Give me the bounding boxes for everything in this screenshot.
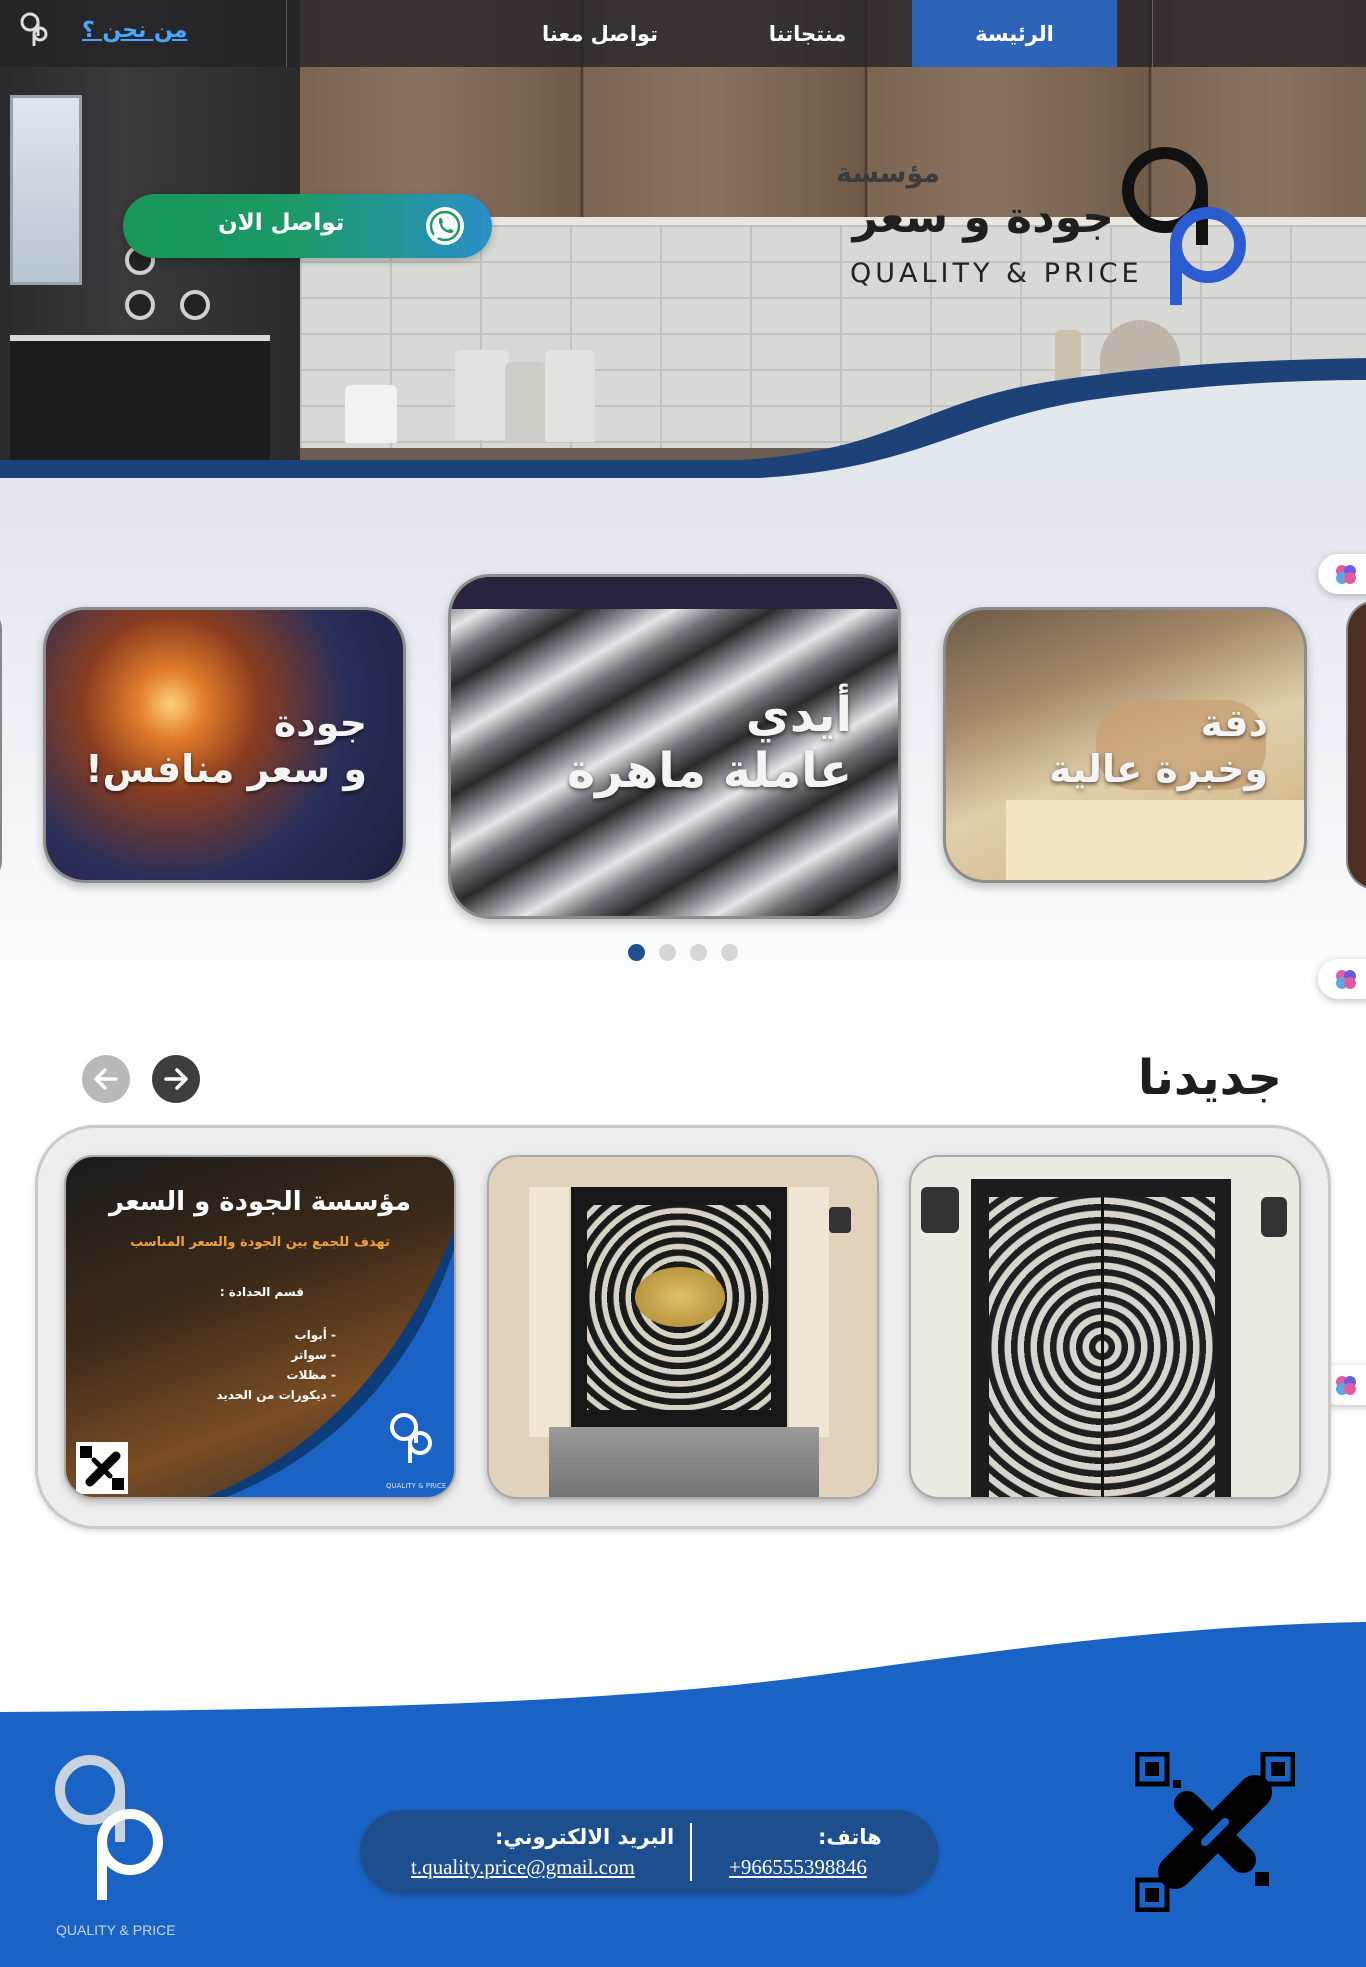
slider-dots <box>628 944 738 961</box>
nav-item-products[interactable]: منتجاتنا <box>730 0 885 67</box>
slide-quality-line1: جودة <box>273 701 367 745</box>
flyer-item: - مظلات <box>286 1368 336 1382</box>
slider-dot-1[interactable] <box>628 944 645 961</box>
flyer-item: - سواتر <box>291 1348 336 1362</box>
flyer-logo-text: QUALITY & PRICE <box>386 1482 447 1490</box>
nav-item-contact[interactable]: تواصل معنا <box>520 0 680 67</box>
brain-icon <box>1336 970 1356 989</box>
gallery-card-flyer[interactable]: مؤسسة الجودة و السعر تهدف للجمع بين الجو… <box>64 1155 456 1499</box>
slider-dot-2[interactable] <box>659 944 676 961</box>
contact-divider <box>690 1823 692 1881</box>
slide-precision-line1: دقة <box>1200 701 1268 745</box>
nav-logo-icon[interactable] <box>18 10 52 56</box>
nav-item-home[interactable]: الرئيسة <box>912 0 1117 67</box>
contact-info-pill <box>360 1810 938 1894</box>
brand-prefix: مؤسسة <box>835 158 940 189</box>
gallery-next-button[interactable] <box>152 1055 200 1103</box>
contact-now-label: تواصل الان <box>218 210 345 236</box>
hero-wave <box>0 358 1366 480</box>
side-widget-button[interactable] <box>1318 554 1366 594</box>
slide-skilled-line2: عاملة ماهرة <box>566 743 852 799</box>
gallery-prev-button[interactable] <box>82 1055 130 1103</box>
arrow-right-icon <box>164 1068 188 1090</box>
brand-name: جودة و سعر <box>852 192 1114 243</box>
contact-now-button[interactable]: تواصل الان <box>123 194 492 258</box>
side-widget-button[interactable] <box>1318 959 1366 999</box>
slider-dot-3[interactable] <box>690 944 707 961</box>
slide-skilled-line1: أيدي <box>745 687 852 743</box>
gallery-card-door-2[interactable] <box>487 1155 879 1499</box>
slide-skilled-workers[interactable]: أيدي عاملة ماهرة <box>448 574 901 919</box>
brain-icon <box>1336 565 1356 584</box>
slide-peek-left <box>0 607 2 883</box>
about-us-link[interactable]: من نحن ؟ <box>82 18 187 43</box>
email-label: البريد الالكتروني: <box>495 1825 675 1849</box>
top-navbar: الرئيسة منتجاتنا تواصل معنا من نحن ؟ <box>0 0 1366 67</box>
brand-block: مؤسسة جودة و سعر QUALITY & PRICE <box>820 140 1260 310</box>
flyer-item: - أبواب <box>294 1328 336 1342</box>
slide-precision[interactable]: دقة وخبرة عالية <box>943 607 1307 883</box>
brand-logo-icon <box>1122 147 1246 305</box>
flyer-logo-icon <box>390 1413 432 1463</box>
flyer-subtitle: تهدف للجمع بين الجودة والسعر المناسب <box>130 1235 390 1250</box>
new-section-title: جديدنا <box>1137 1050 1282 1106</box>
flyer-items: - أبواب - سواتر - مظلات - ديكورات من الح… <box>216 1325 336 1405</box>
slide-quality-line2: و سعر منافس! <box>85 747 367 791</box>
flyer-title: مؤسسة الجودة و السعر <box>109 1187 411 1217</box>
slide-peek-right <box>1346 600 1366 890</box>
brain-icon <box>1336 1376 1356 1395</box>
slider-dot-4[interactable] <box>721 944 738 961</box>
slide-precision-line2: وخبرة عالية <box>1049 747 1268 791</box>
gallery-card-door-1[interactable] <box>909 1155 1301 1499</box>
arrow-left-icon <box>94 1068 118 1090</box>
footer-logo-text: QUALITY & PRICE <box>56 1922 176 1938</box>
flyer-item: - ديكورات من الحديد <box>216 1388 336 1402</box>
brand-english: QUALITY & PRICE <box>850 258 1143 289</box>
qr-code-icon <box>1135 1752 1295 1912</box>
phone-label: هاتف: <box>818 1825 882 1849</box>
phone-link[interactable]: +966555398846 <box>729 1855 867 1880</box>
footer-wave <box>0 1622 1366 1720</box>
flyer-qr-icon <box>76 1442 128 1494</box>
footer-logo-icon <box>55 1755 163 1900</box>
whatsapp-icon <box>426 207 464 245</box>
slide-quality-price[interactable]: جودة و سعر منافس! <box>43 607 406 883</box>
email-link[interactable]: t.quality.price@gmail.com <box>411 1855 635 1880</box>
flyer-dept: قسم الحدادة : <box>219 1285 304 1299</box>
